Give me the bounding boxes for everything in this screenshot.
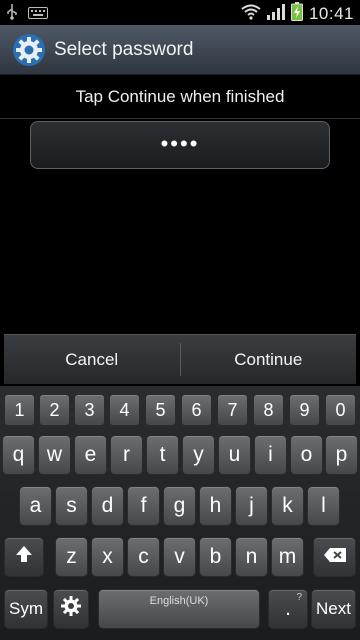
period-key[interactable]: ? .: [268, 589, 308, 629]
key-3[interactable]: 3: [74, 394, 105, 426]
shift-key[interactable]: [4, 537, 44, 577]
divider: [0, 118, 360, 119]
action-bar: Cancel Continue: [4, 334, 356, 384]
key-u[interactable]: u: [218, 435, 251, 475]
key-r[interactable]: r: [110, 435, 143, 475]
signal-icon: [266, 3, 285, 25]
period-key-sub: ?: [296, 592, 302, 603]
backspace-icon: [323, 545, 347, 569]
key-k[interactable]: k: [271, 486, 304, 526]
key-7[interactable]: 7: [217, 394, 248, 426]
page-title: Select password: [54, 39, 194, 60]
key-5[interactable]: 5: [145, 394, 176, 426]
key-o[interactable]: o: [290, 435, 323, 475]
battery-icon: [290, 2, 303, 26]
key-h[interactable]: h: [199, 486, 232, 526]
period-key-label: .: [285, 597, 291, 620]
space-key[interactable]: English(UK): [98, 589, 260, 629]
key-f[interactable]: f: [127, 486, 160, 526]
gear-icon: [60, 595, 82, 623]
soft-keyboard: 1 2 3 4 5 6 7 8 9 0 q w e r t y u i o p …: [0, 386, 360, 640]
key-l[interactable]: l: [307, 486, 340, 526]
space-language-label: English(UK): [149, 595, 209, 607]
key-z[interactable]: z: [55, 537, 88, 577]
key-6[interactable]: 6: [181, 394, 212, 426]
key-i[interactable]: i: [254, 435, 287, 475]
cancel-button[interactable]: Cancel: [4, 335, 180, 384]
key-q[interactable]: q: [2, 435, 35, 475]
key-1[interactable]: 1: [4, 394, 35, 426]
status-bar: 10:41: [0, 0, 360, 25]
title-bar: Select password: [0, 25, 360, 75]
keyboard-icon: [28, 6, 48, 24]
key-8[interactable]: 8: [253, 394, 284, 426]
key-v[interactable]: v: [163, 537, 196, 577]
key-m[interactable]: m: [271, 537, 304, 577]
key-e[interactable]: e: [74, 435, 107, 475]
key-w[interactable]: w: [38, 435, 71, 475]
next-key[interactable]: Next: [311, 589, 356, 629]
usb-icon: [6, 4, 18, 25]
key-0[interactable]: 0: [325, 394, 356, 426]
key-s[interactable]: s: [55, 486, 88, 526]
key-9[interactable]: 9: [289, 394, 320, 426]
key-n[interactable]: n: [235, 537, 268, 577]
key-y[interactable]: y: [182, 435, 215, 475]
key-t[interactable]: t: [146, 435, 179, 475]
key-a[interactable]: a: [19, 486, 52, 526]
key-d[interactable]: d: [91, 486, 124, 526]
wifi-icon: [241, 4, 261, 25]
key-j[interactable]: j: [235, 486, 268, 526]
continue-button[interactable]: Continue: [181, 335, 357, 384]
sym-key[interactable]: Sym: [4, 589, 48, 629]
key-2[interactable]: 2: [39, 394, 70, 426]
key-g[interactable]: g: [163, 486, 196, 526]
backspace-key[interactable]: [313, 537, 356, 577]
shift-arrow-icon: [14, 544, 34, 570]
instruction-text: Tap Continue when finished: [75, 87, 285, 106]
settings-key[interactable]: [53, 589, 89, 629]
key-b[interactable]: b: [199, 537, 232, 577]
settings-gear-icon: [12, 33, 46, 67]
key-4[interactable]: 4: [109, 394, 140, 426]
key-p[interactable]: p: [325, 435, 358, 475]
password-field[interactable]: ••••: [30, 121, 330, 169]
status-clock: 10:41: [308, 4, 354, 23]
key-x[interactable]: x: [91, 537, 124, 577]
key-c[interactable]: c: [127, 537, 160, 577]
